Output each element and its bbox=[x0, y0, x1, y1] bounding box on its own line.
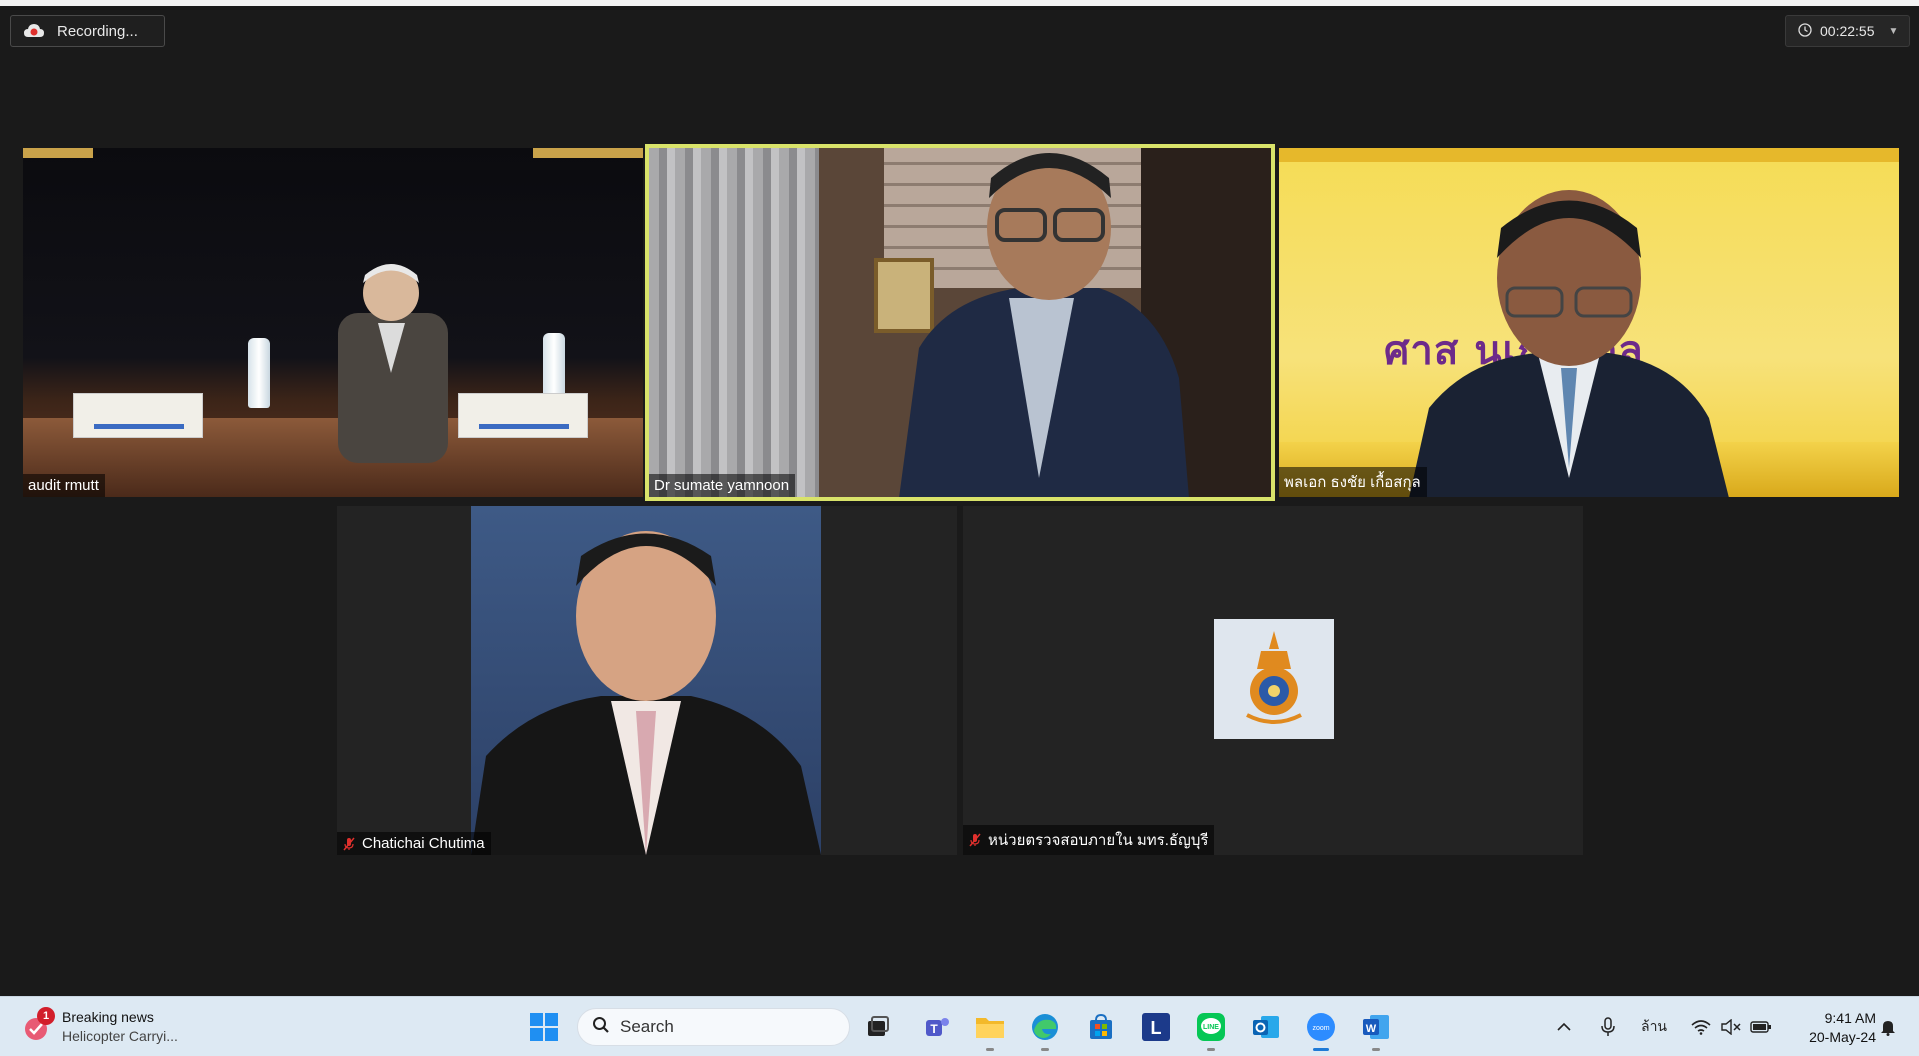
participant-photo bbox=[471, 531, 821, 855]
decor bbox=[533, 148, 643, 158]
water-bottle bbox=[248, 338, 270, 408]
svg-text:LINE: LINE bbox=[1203, 1024, 1219, 1031]
participant-name: Chatichai Chutima bbox=[337, 832, 491, 855]
notification-bell-icon[interactable] bbox=[1876, 1007, 1900, 1047]
notification-badge: 1 bbox=[37, 1007, 55, 1025]
video-tile-participant-5[interactable]: หน่วยตรวจสอบภายใน มทร.ธัญบุรี bbox=[963, 506, 1583, 855]
university-logo bbox=[1214, 619, 1334, 739]
word-button[interactable]: W bbox=[1356, 1007, 1396, 1051]
mic-muted-icon bbox=[342, 837, 356, 851]
edge-button[interactable] bbox=[1025, 1007, 1065, 1051]
window-top-edge bbox=[0, 0, 1919, 6]
microphone-button[interactable] bbox=[1596, 1007, 1620, 1047]
clock-date: 20-May-24 bbox=[1809, 1029, 1876, 1045]
system-clock[interactable]: 9:41 AM 20-May-24 bbox=[1780, 1009, 1876, 1047]
video-tile-active-speaker[interactable]: Dr sumate yamnoon bbox=[645, 144, 1275, 501]
chevron-up-icon bbox=[1557, 1022, 1571, 1031]
news-widget[interactable]: 1 Breaking news Helicopter Carryi... bbox=[20, 1005, 200, 1049]
line-icon: LINE bbox=[1197, 1013, 1225, 1041]
store-button[interactable] bbox=[1081, 1007, 1121, 1047]
participant-video bbox=[1409, 190, 1729, 497]
timer-value: 00:22:55 bbox=[1820, 23, 1875, 39]
recording-label: Recording... bbox=[57, 22, 138, 40]
outlook-button[interactable] bbox=[1246, 1007, 1286, 1047]
search-icon bbox=[592, 1016, 610, 1039]
l-app-button[interactable]: L bbox=[1136, 1007, 1176, 1047]
word-icon: W bbox=[1363, 1015, 1389, 1039]
news-subtitle: Helicopter Carryi... bbox=[62, 1028, 178, 1044]
battery-icon[interactable] bbox=[1748, 1007, 1774, 1047]
decor bbox=[23, 148, 93, 158]
edge-icon bbox=[1032, 1014, 1058, 1040]
news-icon: 1 bbox=[20, 1007, 55, 1043]
name-plate bbox=[73, 393, 203, 438]
taskbar: 1 Breaking news Helicopter Carryi... Sea… bbox=[0, 996, 1919, 1056]
news-title: Breaking news bbox=[62, 1009, 154, 1025]
meeting-timer[interactable]: 00:22:55 ▼ bbox=[1785, 15, 1910, 47]
clock-time: 9:41 AM bbox=[1824, 1010, 1876, 1026]
windows-icon bbox=[530, 1013, 558, 1041]
video-tile-participant-3[interactable]: ศาส นเกื้อสกุล พลเอก ธงชัย เกื้อสกุล bbox=[1279, 148, 1899, 497]
name-plate bbox=[458, 393, 588, 438]
teams-icon: T bbox=[926, 1018, 949, 1036]
mic-muted-icon bbox=[968, 833, 982, 847]
microphone-icon bbox=[1601, 1017, 1615, 1036]
zoom-icon: zoom bbox=[1307, 1013, 1335, 1041]
clock-icon bbox=[1798, 22, 1812, 40]
participant-name: Dr sumate yamnoon bbox=[649, 474, 796, 497]
recording-indicator[interactable]: Recording... bbox=[10, 15, 165, 47]
participant-name: พลเอก ธงชัย เกื้อสกุล bbox=[1279, 467, 1427, 497]
folder-icon bbox=[976, 1018, 1004, 1038]
svg-text:L: L bbox=[1151, 1018, 1162, 1038]
language-indicator[interactable]: ล้าน bbox=[1636, 1007, 1672, 1047]
show-hidden-icons-button[interactable] bbox=[1552, 1007, 1576, 1047]
video-tile-audit-rmutt[interactable]: audit rmutt bbox=[23, 148, 643, 497]
participant-name: หน่วยตรวจสอบภายใน มทร.ธัญบุรี bbox=[963, 825, 1215, 855]
taskbar-search[interactable]: Search bbox=[577, 1008, 850, 1046]
wifi-icon[interactable] bbox=[1688, 1007, 1714, 1047]
l-app-icon: L bbox=[1142, 1013, 1170, 1041]
store-icon bbox=[1090, 1013, 1112, 1039]
task-view-icon bbox=[868, 1016, 889, 1036]
curtain bbox=[649, 148, 819, 497]
participant-video bbox=[338, 264, 448, 463]
task-view-button[interactable] bbox=[858, 1007, 898, 1047]
participant-video bbox=[899, 153, 1189, 497]
video-tile-participant-4[interactable]: Chatichai Chutima bbox=[337, 506, 957, 855]
file-explorer-button[interactable] bbox=[970, 1007, 1010, 1051]
teams-button[interactable]: T bbox=[917, 1007, 957, 1047]
participant-name: audit rmutt bbox=[23, 474, 105, 497]
svg-text:T: T bbox=[930, 1022, 938, 1036]
search-placeholder: Search bbox=[620, 1017, 674, 1036]
cloud-record-icon bbox=[23, 23, 45, 39]
volume-muted-icon[interactable] bbox=[1718, 1007, 1744, 1047]
zoom-button[interactable]: zoom bbox=[1301, 1007, 1341, 1051]
line-button[interactable]: LINE bbox=[1191, 1007, 1231, 1051]
outlook-icon bbox=[1253, 1016, 1279, 1038]
decor bbox=[1279, 148, 1899, 162]
windows-start-button[interactable] bbox=[524, 1007, 564, 1047]
chevron-down-icon[interactable]: ▼ bbox=[1889, 26, 1899, 37]
svg-text:zoom: zoom bbox=[1312, 1025, 1329, 1032]
svg-text:W: W bbox=[1366, 1023, 1377, 1035]
